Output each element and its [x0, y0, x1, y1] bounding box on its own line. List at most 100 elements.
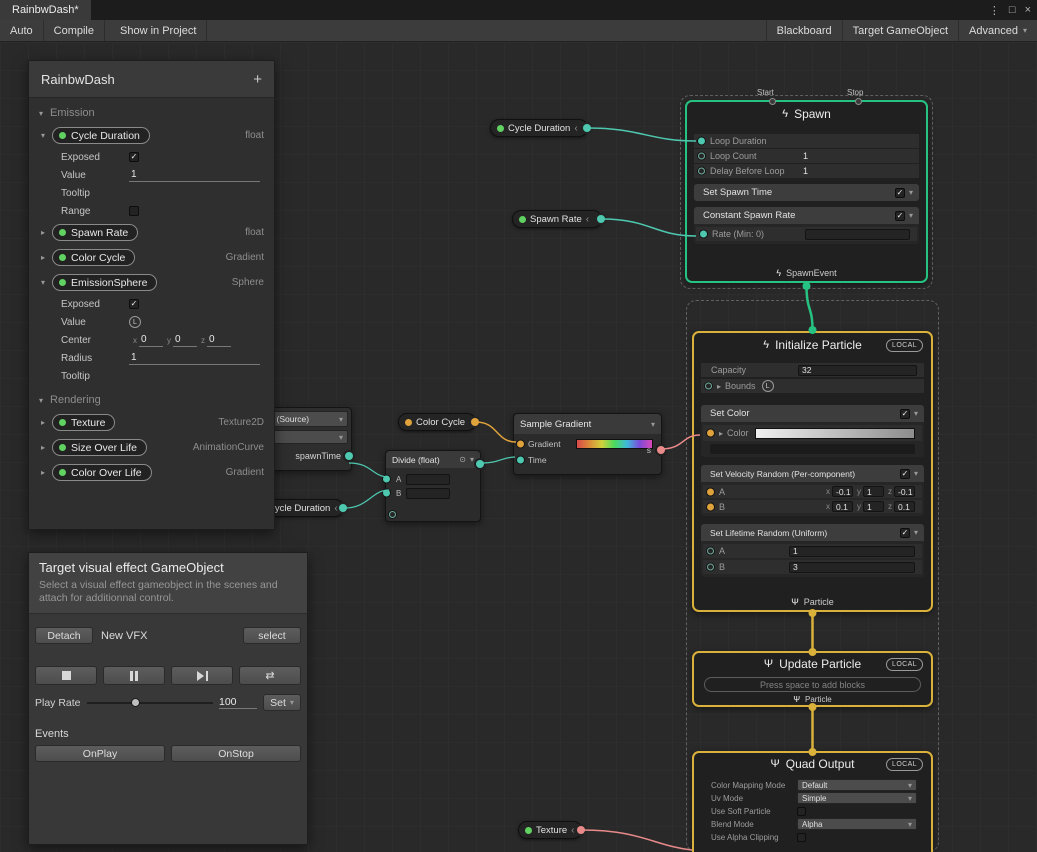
lifetime-b-row[interactable]: B 3	[703, 560, 922, 574]
spawn-title[interactable]: ϟ Spawn	[687, 102, 926, 126]
chevron-down-icon[interactable]	[470, 455, 474, 464]
onplay-button[interactable]: OnPlay	[35, 745, 165, 762]
chevron-right-icon[interactable]	[719, 429, 723, 438]
velocity-b-row[interactable]: B x 0.1 y 1 z 0.1	[703, 500, 922, 513]
collapse-icon[interactable]	[586, 214, 589, 225]
divide-b-row[interactable]: B	[392, 487, 474, 499]
use-alpha-clipping-checkbox[interactable]	[797, 833, 806, 842]
select-button[interactable]: select	[243, 627, 301, 644]
color-gradient-swatch[interactable]	[755, 428, 915, 439]
param-row-color-cycle[interactable]: Color Cycle Gradient	[29, 245, 274, 270]
value-field[interactable]: 1	[129, 169, 260, 182]
radius-field[interactable]: 1	[129, 352, 260, 365]
sample-gradient-output-port[interactable]	[657, 446, 665, 454]
capacity-row[interactable]: Capacity 32	[701, 363, 924, 377]
param-pill[interactable]: Color Cycle	[52, 249, 135, 266]
pill-output-port[interactable]	[471, 418, 479, 426]
rate-port[interactable]	[700, 231, 707, 238]
velocity-b-port[interactable]	[707, 503, 714, 510]
color-mapping-mode-row[interactable]: Color Mapping Mode Default	[701, 779, 924, 791]
collapse-icon[interactable]	[574, 123, 577, 134]
block-enabled-checkbox[interactable]: ✓	[900, 528, 910, 538]
gradient-rainbow-swatch[interactable]	[576, 439, 653, 449]
target-gameobject-toggle-button[interactable]: Target GameObject	[842, 20, 958, 41]
pause-button[interactable]	[103, 666, 165, 685]
maximize-icon[interactable]: □	[1009, 4, 1016, 16]
spawn-row-delay-before-loop[interactable]: Delay Before Loop 1	[694, 164, 919, 178]
time-input-row[interactable]: Time	[528, 453, 653, 466]
initialize-title[interactable]: ϟ Initialize Particle LOCAL	[694, 333, 931, 357]
pill-output-port[interactable]	[577, 826, 585, 834]
chevron-down-icon[interactable]	[909, 211, 913, 220]
divide-a-port[interactable]	[383, 476, 390, 483]
blend-mode-dropdown[interactable]: Alpha	[797, 818, 917, 830]
advanced-dropdown-button[interactable]: Advanced	[958, 20, 1037, 41]
param-row-emission-sphere[interactable]: EmissionSphere Sphere	[29, 270, 274, 295]
uv-mode-dropdown[interactable]: Simple	[797, 792, 917, 804]
row-value[interactable]: 1	[803, 151, 808, 161]
bounds-row[interactable]: Bounds L	[701, 379, 924, 393]
chevron-right-icon[interactable]	[41, 443, 45, 452]
use-soft-particle-checkbox[interactable]	[797, 807, 806, 816]
divide-add-input-port[interactable]	[389, 511, 396, 518]
stop-button[interactable]	[35, 666, 97, 685]
spawntime-output-port[interactable]	[345, 452, 353, 460]
param-pill[interactable]: Color Over Life	[52, 464, 152, 481]
collapse-icon[interactable]	[571, 825, 574, 836]
velocity-a-z-field[interactable]: -0.1	[894, 486, 915, 497]
exposed-checkbox[interactable]: ✓	[129, 299, 139, 309]
block-enabled-checkbox[interactable]: ✓	[900, 409, 910, 419]
pill-output-port[interactable]	[583, 124, 591, 132]
set-lifetime-random-block[interactable]: Set Lifetime Random (Uniform) ✓ A 1 B 3	[701, 524, 924, 577]
pill-cycle-duration[interactable]: Cycle Duration	[490, 119, 588, 137]
velocity-b-z-field[interactable]: 0.1	[894, 501, 915, 512]
blackboard-toggle-button[interactable]: Blackboard	[766, 20, 842, 41]
update-output-anchor[interactable]: Ψ Particle	[694, 695, 931, 704]
uv-mode-row[interactable]: Uv Mode Simple	[701, 792, 924, 804]
tab-rainbwdash[interactable]: RainbwDash*	[0, 0, 91, 20]
divide-a-field[interactable]	[406, 474, 450, 485]
divide-node[interactable]: Divide (float) ⊙ A B	[385, 450, 481, 522]
lock-badge[interactable]: L	[129, 316, 141, 328]
update-title[interactable]: Ψ Update Particle LOCAL	[694, 653, 931, 675]
param-row-size-over-life[interactable]: Size Over Life AnimationCurve	[29, 435, 274, 460]
param-pill[interactable]: Cycle Duration	[52, 127, 150, 144]
param-pill[interactable]: Spawn Rate	[52, 224, 138, 241]
loop-duration-port[interactable]	[698, 138, 705, 145]
lifetime-b-port[interactable]	[707, 564, 714, 571]
chevron-right-icon[interactable]	[41, 468, 45, 477]
detach-button[interactable]: Detach	[35, 627, 93, 644]
loop-count-port[interactable]	[698, 153, 705, 160]
show-in-project-button[interactable]: Show in Project	[110, 20, 207, 41]
divide-output-port[interactable]	[476, 460, 484, 468]
chevron-down-icon[interactable]	[909, 188, 913, 197]
lifetime-b-field[interactable]: 3	[789, 562, 915, 573]
pill-output-port[interactable]	[597, 215, 605, 223]
chevron-right-icon[interactable]	[717, 382, 721, 391]
lifetime-a-row[interactable]: A 1	[703, 544, 922, 558]
chevron-down-icon[interactable]	[41, 278, 45, 287]
velocity-a-port[interactable]	[707, 488, 714, 495]
pill-output-port[interactable]	[339, 504, 347, 512]
section-emission[interactable]: Emission	[29, 103, 274, 123]
play-rate-slider[interactable]	[87, 696, 213, 710]
pill-spawn-rate[interactable]: Spawn Rate	[512, 210, 602, 228]
chevron-right-icon[interactable]	[41, 418, 45, 427]
blend-mode-row[interactable]: Blend Mode Alpha	[701, 818, 924, 830]
color-row[interactable]: Color	[703, 425, 922, 441]
use-soft-particle-row[interactable]: Use Soft Particle	[701, 805, 924, 817]
lifetime-a-field[interactable]: 1	[789, 546, 915, 557]
chevron-right-icon[interactable]	[41, 253, 45, 262]
center-y-field[interactable]: 0	[173, 334, 197, 347]
add-block-placeholder[interactable]: Press space to add blocks	[704, 677, 921, 692]
restart-button[interactable]: ⇄	[239, 666, 301, 685]
pill-color-cycle[interactable]: Color Cycle	[398, 413, 476, 431]
gradient-input-port[interactable]	[517, 441, 524, 448]
quad-title[interactable]: Ψ Quad Output LOCAL	[694, 753, 931, 775]
chevron-down-icon[interactable]	[914, 469, 918, 478]
gradient-input-row[interactable]: Gradient	[528, 437, 653, 451]
block-enabled-checkbox[interactable]: ✓	[895, 188, 905, 198]
menu-icon[interactable]: ⋮	[989, 4, 1000, 17]
param-pill[interactable]: Size Over Life	[52, 439, 147, 456]
section-rendering[interactable]: Rendering	[29, 390, 274, 410]
